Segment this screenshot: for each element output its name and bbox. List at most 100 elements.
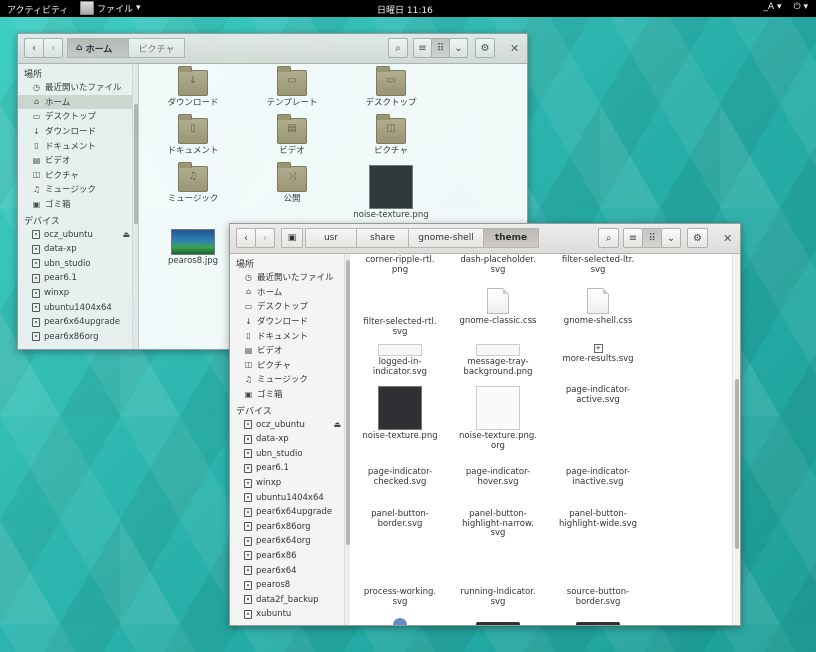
file-item[interactable]: process-working. svg	[352, 587, 448, 607]
app-menu[interactable]: ファイル ▾	[80, 1, 141, 15]
crumb-usr[interactable]: usr	[305, 228, 357, 248]
sidebar-item[interactable]: ▭ デスクトップ	[18, 109, 138, 124]
sidebar-device-item[interactable]: ocz_ubuntu ⏏	[18, 227, 138, 242]
sidebar-item[interactable]: ↓ ダウンロード	[18, 124, 138, 139]
sidebar-item[interactable]: ◷ 最近開いたファイル	[18, 80, 138, 95]
list-view-button[interactable]: ≡	[413, 38, 432, 58]
view-options-button[interactable]: ⌄	[661, 228, 681, 248]
sidebar-device-item[interactable]: pear6x64upgrade	[230, 505, 349, 520]
file-item[interactable]: gnome-classic.css	[450, 288, 546, 327]
file-item[interactable]: noise-texture.png. org	[450, 386, 546, 451]
sidebar-device-item[interactable]: pear6x86org	[230, 520, 349, 535]
file-item[interactable]: source-button- border.svg	[550, 587, 646, 607]
sidebar-item[interactable]: ♫ ミュージック	[230, 372, 349, 387]
eject-icon[interactable]: ⏏	[122, 230, 130, 239]
back-button[interactable]: ‹	[24, 38, 44, 58]
sidebar-device-item[interactable]: data2f_backup	[230, 592, 349, 607]
content-scroll-thumb[interactable]	[735, 379, 739, 549]
sidebar-item[interactable]: ⌂ ホーム	[230, 285, 349, 300]
file-item[interactable]: filter-selected-ltr. svg	[550, 255, 646, 275]
sidebar-device-item[interactable]: pear6x64upgrade	[18, 315, 138, 330]
file-item[interactable]: ↓ ダウンロード	[145, 66, 241, 109]
input-method-indicator[interactable]: _A ▾	[763, 2, 781, 12]
sidebar-item[interactable]: ◫ ピクチャ	[230, 358, 349, 373]
view-options-button[interactable]: ⌄	[449, 38, 468, 58]
sidebar-device-item[interactable]: data-xp	[18, 242, 138, 257]
sidebar-scroll-thumb[interactable]	[134, 104, 138, 224]
file-item[interactable]: page-indicator- inactive.svg	[550, 467, 646, 487]
sidebar-item[interactable]: ◷ 最近開いたファイル	[230, 270, 349, 285]
sidebar-device-item[interactable]: xubuntu	[230, 607, 349, 622]
sidebar-scrollbar[interactable]	[132, 64, 138, 349]
search-button[interactable]: ⌕	[598, 228, 619, 248]
forward-button[interactable]: ›	[255, 228, 275, 248]
file-item[interactable]: filter-selected-rtl. svg	[352, 317, 448, 337]
back-button[interactable]: ‹	[236, 228, 256, 248]
file-item[interactable]: page-indicator- hover.svg	[450, 467, 546, 487]
file-item[interactable]: + more-results.svg	[550, 344, 646, 365]
crumb-home[interactable]: ⌂ ホーム	[67, 38, 129, 58]
sidebar-device-item[interactable]: pearos8	[230, 578, 349, 593]
sidebar-device-item[interactable]: pear6x86org	[18, 330, 138, 345]
sidebar-device-item[interactable]: pear6x64org	[230, 534, 349, 549]
sidebar-device-item[interactable]: ocz_ubuntu ⏏	[230, 417, 349, 432]
sidebar-item[interactable]: ▯ ドキュメント	[18, 138, 138, 153]
file-item[interactable]: ⤨ 公開	[244, 162, 340, 205]
file-item[interactable]: ▤ ビデオ	[244, 114, 340, 157]
search-button[interactable]: ⌕	[388, 38, 408, 58]
sidebar-item[interactable]: ▣ ゴミ箱	[18, 197, 138, 212]
sidebar-device-item[interactable]: winxp	[18, 286, 138, 301]
list-view-button[interactable]: ≡	[623, 228, 643, 248]
forward-button[interactable]: ›	[43, 38, 63, 58]
clock[interactable]: 日曜日 11:16	[377, 3, 433, 16]
sidebar-item[interactable]: ♫ ミュージック	[18, 182, 138, 197]
file-item[interactable]: ▯ ドキュメント	[145, 114, 241, 157]
file-item[interactable]: ◫ ピクチャ	[343, 114, 439, 157]
content-scrollbar[interactable]	[732, 254, 740, 625]
sidebar-item[interactable]: ▤ ビデオ	[230, 343, 349, 358]
file-item[interactable]: panel-button- border.svg	[352, 509, 448, 529]
file-item[interactable]: corner-ripple-rtl. png	[352, 255, 448, 275]
file-item[interactable]: pearos8.jpg	[145, 229, 241, 267]
file-item[interactable]: dash-placeholder. svg	[450, 255, 546, 275]
file-item[interactable]: panel-button- highlight-wide.svg	[550, 509, 646, 529]
file-item[interactable]: ♫ ミュージック	[145, 162, 241, 205]
sidebar-item[interactable]: ▯ ドキュメント	[230, 328, 349, 343]
crumb-pictures[interactable]: ピクチャ	[128, 38, 185, 58]
crumb-theme[interactable]: theme	[483, 228, 539, 248]
activities-button[interactable]: アクティビティ	[7, 3, 68, 16]
file-item[interactable]: page-indicator- checked.svg	[352, 467, 448, 487]
crumb-share[interactable]: share	[356, 228, 409, 248]
sidebar-device-item[interactable]: data-xp	[230, 432, 349, 447]
sidebar-item[interactable]: ⌂ ホーム	[18, 94, 138, 110]
sidebar-item[interactable]: ▭ デスクトップ	[230, 299, 349, 314]
sidebar-device-item[interactable]: pear6.1	[18, 271, 138, 286]
sidebar-device-item[interactable]: pear6x86	[230, 549, 349, 564]
grid-view-button[interactable]: ⠿	[431, 38, 450, 58]
file-item[interactable]: noise-texture.png	[343, 165, 439, 221]
file-item[interactable]: page-indicator- active.svg	[550, 385, 646, 405]
file-item[interactable]: panel-button- highlight-narrow. svg	[450, 509, 546, 539]
gear-button[interactable]: ⚙	[687, 228, 708, 248]
file-item[interactable]: ▭ デスクトップ	[343, 66, 439, 109]
files-window-theme[interactable]: ‹ › ▣ usr share gnome-shell theme ⌕ ≡ ⠿ …	[229, 223, 741, 626]
sidebar-device-item[interactable]: pear6.1	[230, 461, 349, 476]
sidebar-device-item[interactable]: ubn_studio	[18, 257, 138, 272]
system-menu[interactable]: ⏻ ▾	[793, 2, 808, 12]
sidebar-device-item[interactable]: pear6x64	[230, 563, 349, 578]
file-item[interactable]: logged-in- indicator.svg	[352, 344, 448, 377]
gear-button[interactable]: ⚙	[475, 38, 495, 58]
close-icon[interactable]: ✕	[510, 42, 519, 55]
sidebar-device-item[interactable]: winxp	[230, 476, 349, 491]
file-item[interactable]: gnome-shell.css	[550, 288, 646, 327]
file-item[interactable]: ▭ テンプレート	[244, 66, 340, 109]
sidebar-item[interactable]: ↓ ダウンロード	[230, 314, 349, 329]
file-item[interactable]: running-indicator. svg	[450, 587, 546, 607]
sidebar-device-item[interactable]: ubn_studio	[230, 447, 349, 462]
sidebar-item[interactable]: ▣ ゴミ箱	[230, 387, 349, 402]
file-item[interactable]: message-tray- background.png	[450, 344, 546, 377]
file-item[interactable]: noise-texture.png	[352, 386, 448, 442]
close-icon[interactable]: ✕	[723, 232, 732, 245]
eject-icon[interactable]: ⏏	[333, 420, 341, 429]
sidebar-device-item[interactable]: ubuntu1404x64	[18, 300, 138, 315]
